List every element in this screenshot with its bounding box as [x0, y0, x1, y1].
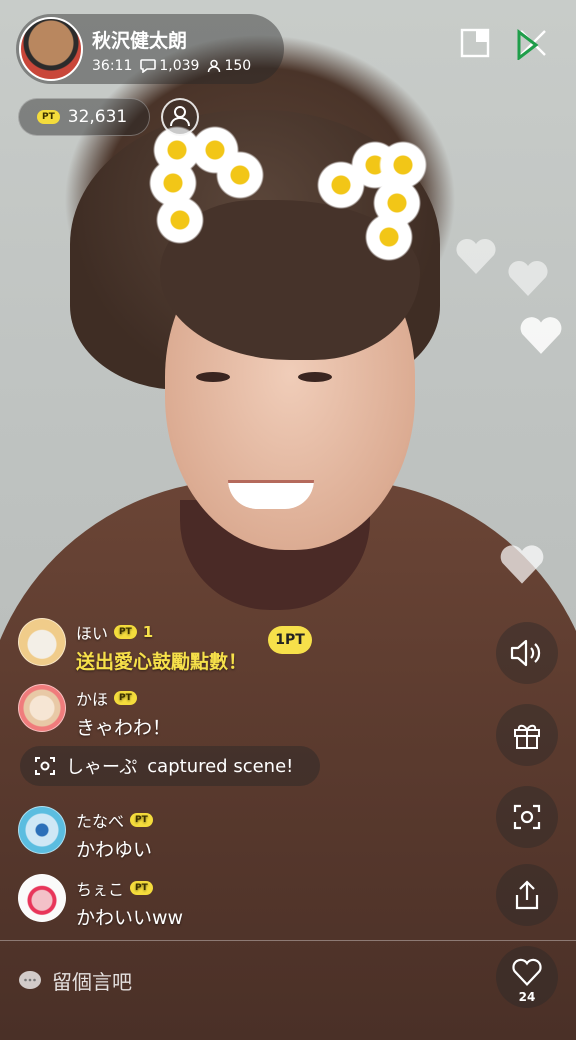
- chat-bubble-icon: [19, 970, 41, 989]
- pip-icon[interactable]: [458, 26, 492, 60]
- comment-count: 1,039: [159, 58, 200, 74]
- gift-button[interactable]: [496, 704, 558, 766]
- pt-badge: PT: [130, 881, 153, 895]
- floating-heart-icon: [508, 260, 548, 296]
- commenter-name: ほい: [76, 624, 109, 643]
- capture-button[interactable]: [496, 786, 558, 848]
- comment-text: 送出愛心鼓勵點數！: [76, 651, 248, 673]
- commenter-avatar[interactable]: [18, 618, 66, 666]
- close-icon[interactable]: [516, 26, 550, 60]
- comment-item: たなべ PT かわゆい: [18, 806, 153, 862]
- share-button[interactable]: [496, 864, 558, 926]
- stream-duration: 36:11: [92, 58, 133, 74]
- comment-text: きゃわわ！: [76, 717, 172, 739]
- floating-heart-icon: [500, 545, 544, 584]
- commenter-name: たなべ: [76, 812, 125, 831]
- floating-heart-icon: [520, 317, 562, 354]
- floating-heart-icon: [456, 238, 496, 274]
- heart-icon: [512, 958, 542, 986]
- comment-input-placeholder: 留個言吧: [52, 970, 132, 994]
- comment-item: かほ PT きゃわわ！: [18, 684, 171, 740]
- host-avatar[interactable]: [19, 17, 83, 81]
- follow-profile-button[interactable]: [161, 98, 199, 136]
- host-name: 秋沢健太朗: [92, 30, 188, 52]
- commenter-avatar[interactable]: [18, 684, 66, 732]
- points-value: 32,631: [67, 107, 128, 127]
- host-stats: 36:11 1,039 150: [92, 58, 251, 74]
- comment-text: かわいいww: [76, 907, 184, 929]
- chat-bubble-icon: [140, 59, 157, 73]
- profile-icon: [170, 106, 190, 127]
- gift-icon: [514, 724, 540, 749]
- comment-input[interactable]: 留個言吧: [18, 966, 132, 995]
- commenter-avatar[interactable]: [18, 874, 66, 922]
- comment-item: ほい PT 1 送出愛心鼓勵點數！: [18, 618, 247, 674]
- commenter-name: ちぇこ: [76, 880, 125, 899]
- gift-point-badge: 1PT: [268, 626, 312, 654]
- pt-amount: 1: [142, 623, 154, 641]
- divider: [0, 940, 576, 941]
- pt-badge: PT: [130, 813, 153, 827]
- share-icon: [515, 880, 539, 910]
- viewer-stat: 150: [207, 58, 251, 74]
- viewer-icon: [208, 59, 221, 73]
- points-pill[interactable]: PT 32,631: [18, 98, 150, 136]
- like-count: 24: [518, 990, 536, 1004]
- capture-message: captured scene!: [147, 755, 294, 777]
- comment-item: ちぇこ PT かわいいww: [18, 874, 183, 930]
- volume-icon: [510, 639, 541, 667]
- camera-icon: [35, 757, 55, 775]
- host-info[interactable]: 秋沢健太朗 36:11 1,039 150: [16, 14, 284, 84]
- viewer-count: 150: [224, 58, 252, 74]
- comment-stat: 1,039: [140, 58, 199, 74]
- camera-icon: [513, 804, 541, 830]
- commenter-name: かほ: [76, 690, 109, 709]
- comment-text: かわゆい: [76, 839, 153, 861]
- pt-badge: PT: [114, 691, 137, 705]
- capture-notice: しゃーぷ captured scene!: [20, 746, 320, 786]
- volume-button[interactable]: [496, 622, 558, 684]
- commenter-avatar[interactable]: [18, 806, 66, 854]
- capture-user: しゃーぷ: [66, 757, 138, 778]
- pt-badge: PT: [37, 110, 60, 124]
- pt-badge: PT: [114, 625, 137, 639]
